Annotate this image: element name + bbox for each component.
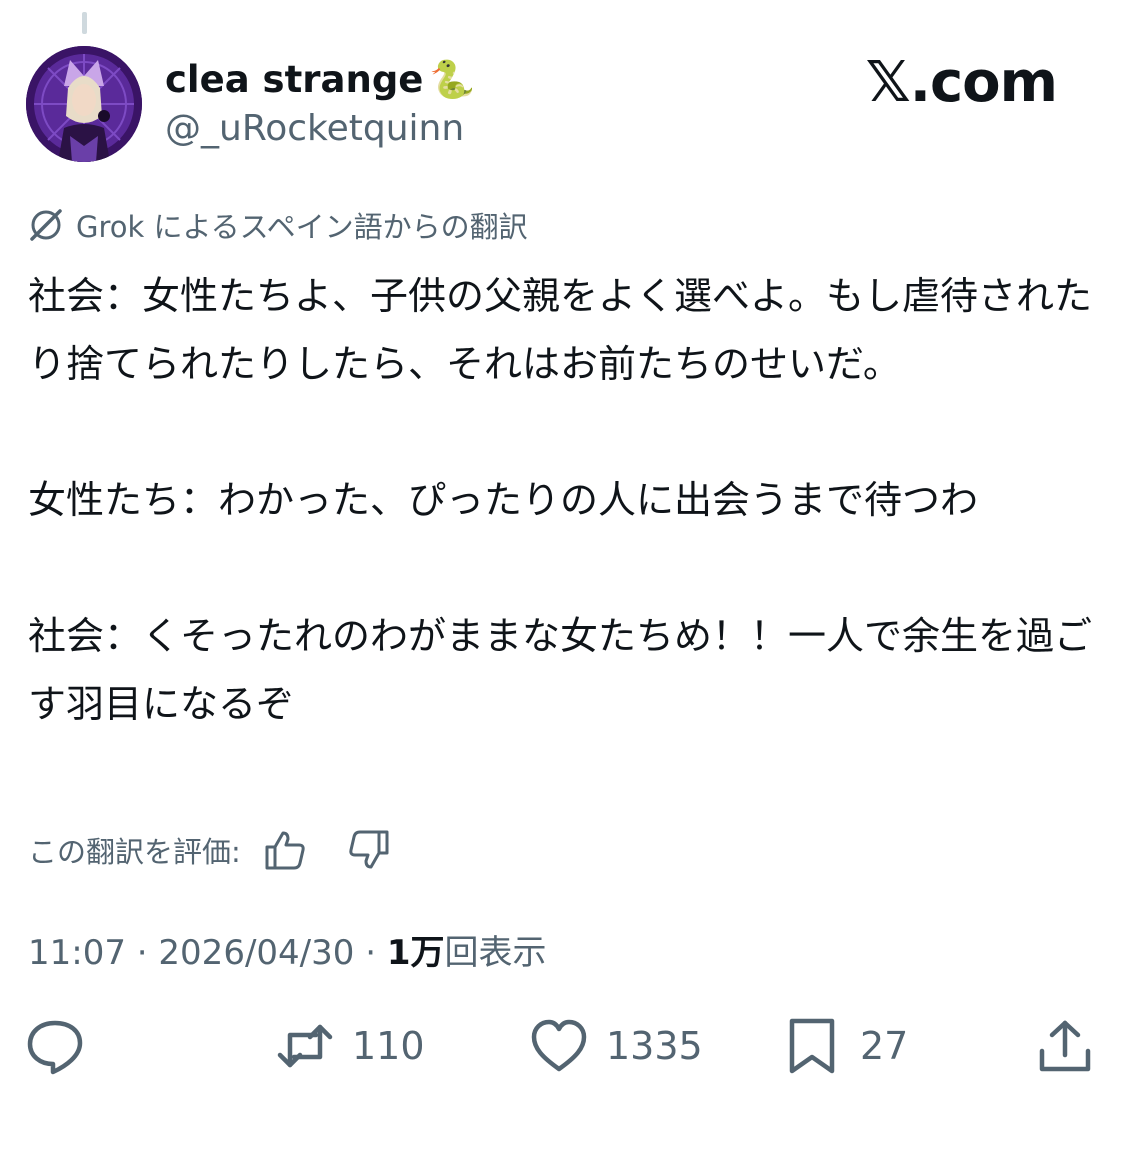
heart-icon bbox=[531, 1019, 587, 1072]
tweet-paragraph: 女性たち：わかった、ぴったりの人に出会うまで待つわ bbox=[28, 478, 979, 522]
share-upload-icon bbox=[1039, 1020, 1091, 1072]
tweet-paragraph: 社会：くそったれのわがままな女たちめ！！一人で余生を過ごす羽目になるぞ bbox=[28, 614, 1093, 726]
translation-note: Grok によるスペイン語からの翻訳 bbox=[26, 204, 528, 246]
tweet-paragraph: 社会：女性たちよ、子供の父親をよく選べよ。もし虐待されたり捨てられたりしたら、そ… bbox=[28, 274, 1093, 386]
rate-translation-label: この翻訳を評価: bbox=[28, 835, 241, 869]
thumbs-up-button[interactable] bbox=[261, 826, 309, 874]
avatar[interactable] bbox=[26, 46, 142, 162]
translation-note-text: Grok によるスペイン語からの翻訳 bbox=[76, 210, 528, 244]
tweet-time[interactable]: 11:07 bbox=[28, 933, 126, 973]
bookmark-button[interactable]: 27 bbox=[784, 1010, 908, 1082]
snake-emoji-icon: 🐍 bbox=[429, 58, 476, 101]
grok-logo-icon bbox=[30, 209, 62, 241]
x-com-logo: 𝕏.com bbox=[865, 50, 1058, 115]
thumbs-down-icon bbox=[349, 830, 389, 869]
author-name-text: clea strange bbox=[165, 58, 424, 101]
retweet-button[interactable]: 110 bbox=[276, 1010, 425, 1082]
thread-connector-line bbox=[82, 12, 87, 34]
bookmark-count: 27 bbox=[860, 1024, 909, 1068]
views-label: 回表示 bbox=[444, 933, 547, 973]
retweet-icon bbox=[277, 1024, 333, 1068]
reply-bubble-icon bbox=[27, 1020, 83, 1075]
thumbs-up-icon bbox=[265, 831, 305, 870]
avatar-image bbox=[26, 46, 142, 162]
share-button[interactable] bbox=[1036, 1010, 1094, 1082]
tweet-date[interactable]: 2026/04/30 bbox=[158, 933, 354, 973]
like-count: 1335 bbox=[606, 1024, 703, 1068]
retweet-count: 110 bbox=[352, 1024, 425, 1068]
reply-button[interactable] bbox=[26, 1010, 84, 1082]
views-count: 1万 bbox=[386, 933, 445, 973]
bookmark-icon bbox=[789, 1018, 835, 1074]
meta-separator: · bbox=[125, 933, 159, 973]
meta-separator: · bbox=[354, 933, 387, 973]
author-display-name[interactable]: clea strange 🐍 bbox=[165, 58, 475, 102]
thumbs-down-button[interactable] bbox=[345, 826, 393, 874]
tweet-actions-bar: 110 1335 27 bbox=[0, 1010, 1125, 1082]
tweet-body: 社会：女性たちよ、子供の父親をよく選べよ。もし虐待されたり捨てられたりしたら、そ… bbox=[28, 262, 1098, 738]
rate-translation-row: この翻訳を評価: bbox=[28, 826, 393, 874]
author-handle[interactable]: @_uRocketquinn bbox=[165, 108, 464, 149]
like-button[interactable]: 1335 bbox=[530, 1010, 703, 1082]
tweet-meta: 11:07 · 2026/04/30 · 1万回表示 bbox=[28, 925, 547, 974]
